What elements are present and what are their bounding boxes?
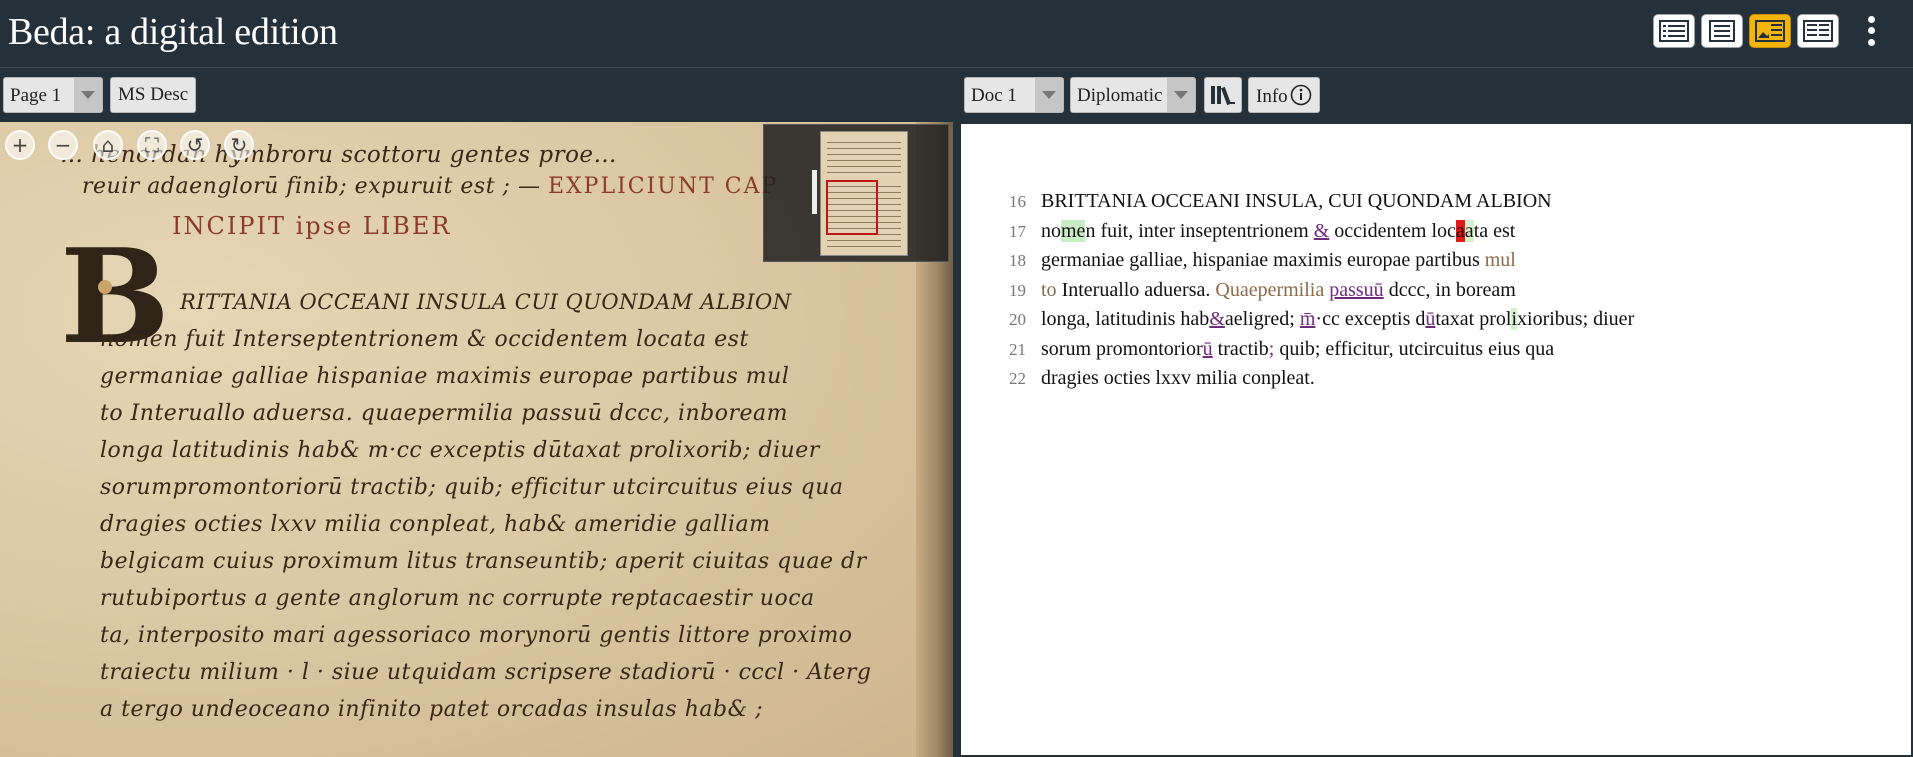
image-text-icon [1755,20,1785,42]
text-segment: dccc, in boream [1383,278,1516,301]
text-segment: germaniae galliae, hispaniae maximis eur… [1041,249,1485,271]
text-segment: Interuallo aduersa. [1061,278,1216,301]
navigator-viewport[interactable] [826,180,878,235]
text-toolbar: Doc 1 Diplomatic Info [959,69,1913,122]
text-segment: tractib [1212,337,1269,360]
ms-line: sorumpromontoriorū tractib; quib; effici… [100,475,844,500]
page-select[interactable]: Page 1 [3,77,103,113]
home-icon[interactable]: ⌂ [93,130,123,160]
page-select-value: Page 1 [10,85,62,106]
ms-line: ta, interposito mari agessoriaco morynor… [100,623,853,648]
doc-select-value: Doc 1 [971,85,1017,106]
highlighted-token: a [1455,219,1465,242]
text-segment: no [1041,219,1061,242]
info-label: Info [1256,86,1288,107]
text-segment: dragies octies lxxv milia conpleat. [1041,367,1315,389]
text-segment: quib; efficitur, utcircuitus eius qua [1274,337,1555,360]
text-view-button[interactable] [1701,14,1743,48]
fullscreen-icon[interactable]: ⛶ [137,130,167,160]
ms-line: to Interuallo aduersa. quaepermilia pass… [100,401,788,426]
app-title: Beda: a digital edition [8,11,338,53]
line-number: 18 [1009,251,1026,270]
abbreviation-token[interactable]: m̄ [1300,308,1316,330]
rotate-right-icon[interactable]: ↻ [224,130,254,160]
edition-line: 16 BRITTANIA OCCEANI INSULA, CUI QUONDAM … [1009,190,1552,219]
line-number: 17 [1009,221,1026,241]
text-segment: mul [1484,249,1516,271]
ms-line: belgicam cuius proximum litus transeunti… [100,549,867,574]
edition-level-value: Diplomatic [1077,85,1163,106]
edition-line: 21 sorum promontoriorū tractib; quib; eff… [1009,338,1554,367]
navigator-minimap[interactable] [763,124,949,262]
highlighted-token: a [1464,219,1474,242]
info-circle-icon [1290,84,1311,106]
edition-level-select[interactable]: Diplomatic [1070,77,1196,113]
text-segment: n fuit, inter inseptentrionem [1085,219,1314,242]
line-number: 21 [1009,339,1026,359]
abbreviation-token[interactable]: ū [1203,338,1213,360]
chevron-down-icon [1167,78,1195,112]
text-segment: to [1041,278,1062,301]
kebab-menu-icon[interactable] [1862,14,1880,48]
text-segment: aeligred; [1224,308,1300,330]
text-icon [1709,20,1735,42]
info-button[interactable]: Info [1248,77,1320,113]
text-segment: sorum promontorior [1041,337,1203,360]
edition-line: 18 germaniae galliae, hispaniae maximis e… [1009,249,1516,278]
abbreviation-token[interactable]: passuū [1329,279,1383,301]
edition-text-panel: 16 BRITTANIA OCCEANI INSULA, CUI QUONDAM … [959,122,1913,757]
text-text-view-button[interactable] [1797,14,1839,48]
ms-line: traiectu milium · l · siue utquidam scri… [100,660,872,685]
edition-line: 20 longa, latitudinis hab&aeligred; m̄·cc… [1009,308,1634,337]
ms-line: longa latitudinis hab& m·cc exceptis dūt… [100,438,820,463]
navigator-scrollbar[interactable] [812,170,817,214]
ms-rubric-text: EXPLICIUNT CAP [547,174,779,199]
abbreviation-token[interactable]: & [1314,220,1330,242]
chevron-down-icon [74,78,102,112]
highlighted-token: me [1061,219,1086,242]
text-segment: ta est [1473,219,1516,242]
library-button[interactable] [1204,77,1242,113]
edition-line: 19 to Interuallo aduersa. Quaepermilia pa… [1009,279,1516,308]
text-segment: taxat prol [1435,308,1512,330]
ms-line: nomen fuit Interseptentrionem & occident… [100,327,749,352]
rotate-left-icon[interactable]: ↺ [180,130,210,160]
text-segment: Quaepermilia [1215,278,1330,301]
ms-line: reuir adaenglorū finib; expuruit est ; —… [82,174,778,199]
image-toolbar: Page 1 MS Desc [0,69,953,122]
line-number: 22 [1009,369,1026,388]
edition-line: 17 nomen fuit, inter inseptentrionem & oc… [1009,219,1516,249]
app-window: Beda: a digital edition Page 1 MS Desc D… [0,0,1913,757]
ms-line: germaniae galliae hispaniae maximis euro… [100,364,790,389]
zoom-out-icon[interactable]: − [48,130,78,160]
list-icon [1659,20,1689,42]
text-text-icon [1803,20,1833,42]
ms-incipit: INCIPIT ipse LIBER [172,212,452,240]
ms-line: RITTANIA OCCEANI INSULA CUI QUONDAM ALBI… [180,290,792,314]
abbreviation-token[interactable]: ū [1425,308,1435,330]
abbreviation-token[interactable]: & [1209,308,1225,330]
library-books-icon [1211,86,1235,106]
line-number: 19 [1009,280,1026,300]
line-number: 20 [1009,310,1026,329]
chevron-down-icon [1035,78,1063,112]
top-bar: Beda: a digital edition [0,0,1913,68]
line-number: 16 [1009,192,1026,211]
zoom-in-icon[interactable]: + [5,130,35,160]
text-segment: BRITTANIA OCCEANI INSULA, CUI QUONDAM AL… [1041,190,1552,212]
ms-line: rutubiportus a gente anglorum nc corrupt… [100,586,815,611]
doc-select[interactable]: Doc 1 [964,77,1064,113]
image-text-view-button[interactable] [1749,14,1791,48]
ms-line: dragies octies lxxv milia conpleat, hab&… [100,512,771,537]
text-segment: occidentem loc [1329,219,1456,242]
ms-line: a tergo undeoceano infinito patet orcada… [100,697,764,722]
manuscript-viewer[interactable]: … henordan hymbroru scottoru gentes proe… [0,122,953,757]
text-segment: ·cc exceptis d [1315,308,1426,330]
text-segment: longa, latitudinis hab [1041,308,1210,330]
ms-line-text: reuir adaenglorū finib; expuruit est ; — [82,174,548,199]
toc-view-button[interactable] [1653,14,1695,48]
edition-line: 22 dragies octies lxxv milia conpleat. [1009,367,1315,396]
ms-desc-button[interactable]: MS Desc [110,77,197,113]
text-segment: xioribus; diuer [1517,308,1635,330]
